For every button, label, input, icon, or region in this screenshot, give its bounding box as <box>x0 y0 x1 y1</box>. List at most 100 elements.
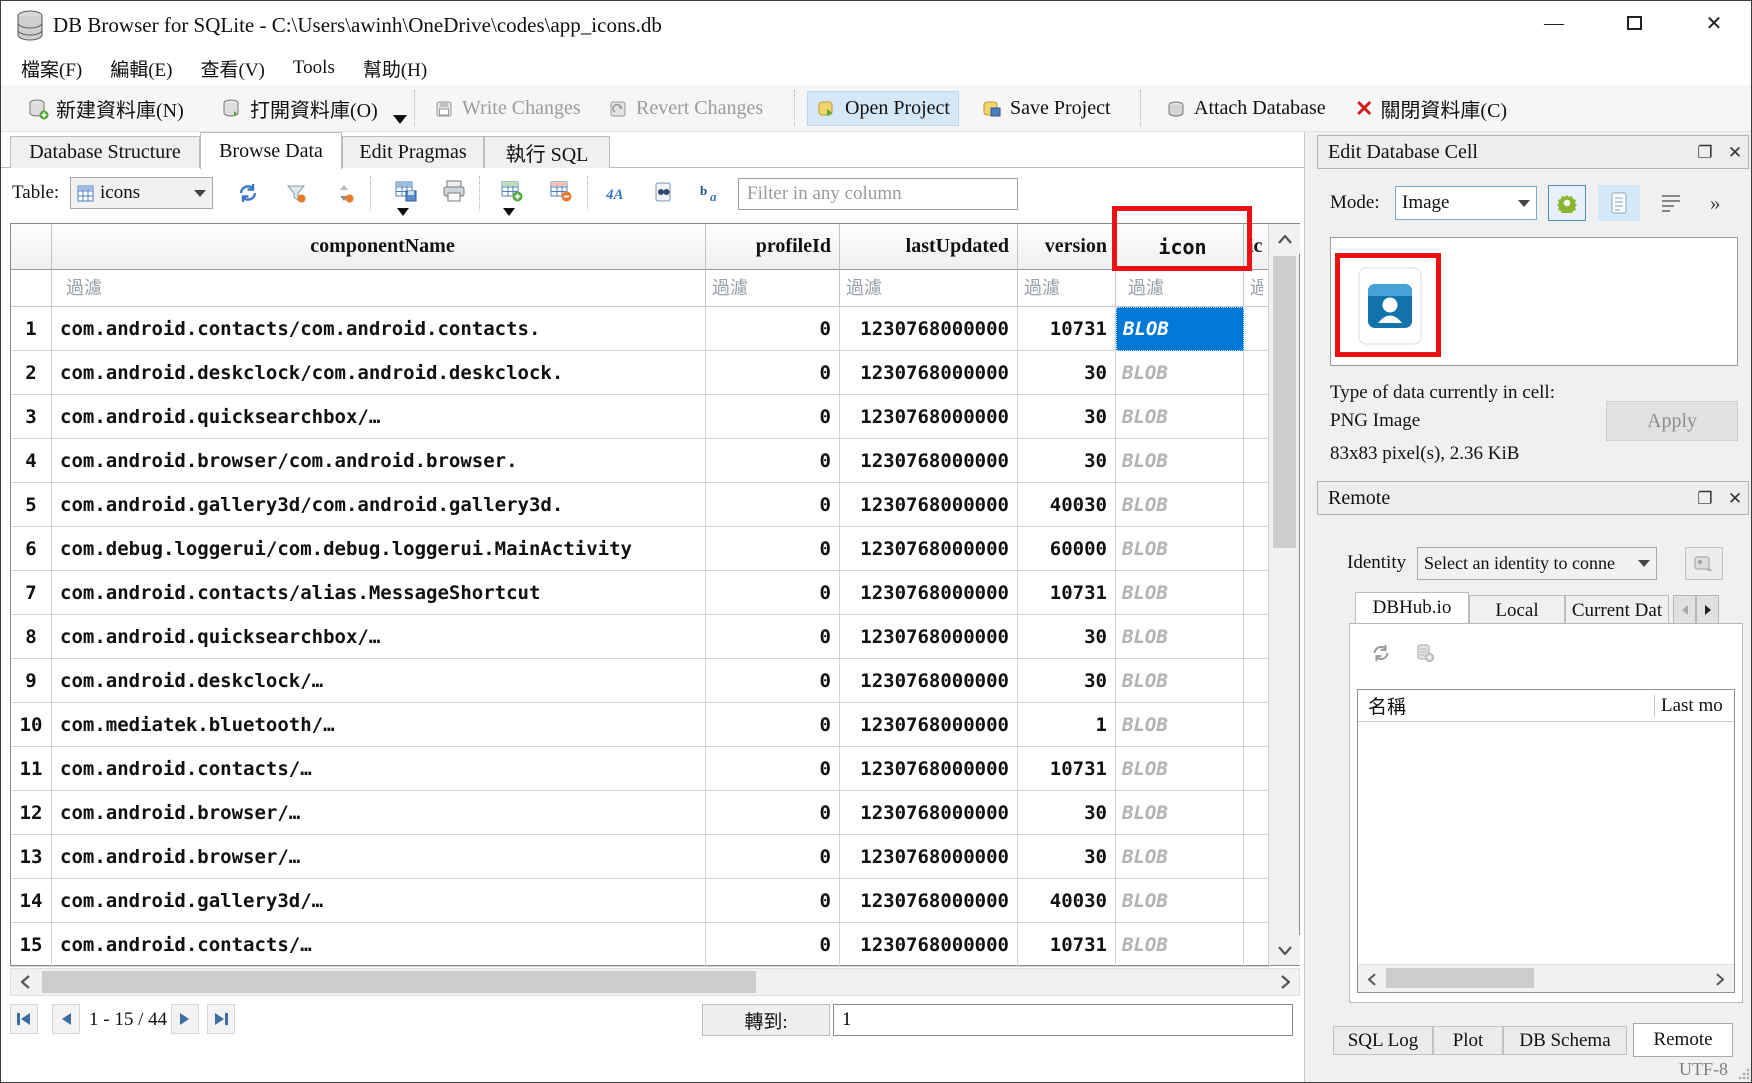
row-number-cell[interactable]: 8 <box>11 615 52 659</box>
version-cell[interactable]: 10731 <box>1018 747 1116 791</box>
remote-refresh-button[interactable] <box>1368 640 1394 666</box>
row-number-cell[interactable]: 10 <box>11 703 52 747</box>
icon-blob-cell[interactable]: BLOB <box>1116 439 1244 483</box>
edit-cell-close-button[interactable]: ✕ <box>1720 136 1750 170</box>
vertical-scroll-thumb[interactable] <box>1273 256 1296 548</box>
partial-cell[interactable] <box>1244 395 1270 439</box>
toolbar-overflow-button[interactable]: » <box>1710 191 1721 216</box>
icon-blob-cell[interactable]: BLOB <box>1116 923 1244 967</box>
remote-close-button[interactable]: ✕ <box>1720 482 1750 516</box>
version-cell[interactable]: 30 <box>1018 615 1116 659</box>
print-button[interactable] <box>439 176 469 206</box>
scroll-left-button[interactable] <box>1360 967 1384 991</box>
remote-tab-current-database[interactable]: Current Dat <box>1565 595 1669 626</box>
global-filter-input[interactable] <box>738 178 1018 210</box>
identity-selector[interactable]: Select an identity to conne <box>1417 547 1657 580</box>
delete-record-button[interactable] <box>546 176 576 206</box>
componentName-cell[interactable]: com.android.deskclock/… <box>52 659 706 703</box>
componentName-cell[interactable]: com.android.gallery3d/com.android.galler… <box>52 483 706 527</box>
lastUpdated-cell[interactable]: 1230768000000 <box>840 395 1018 439</box>
menu-tools[interactable]: Tools <box>279 55 349 81</box>
filter-partial-input[interactable] <box>1244 270 1269 306</box>
close-button[interactable]: ✕ <box>1681 1 1747 45</box>
open-database-dropdown-caret[interactable] <box>393 115 407 124</box>
icon-blob-cell[interactable]: BLOB <box>1116 395 1244 439</box>
partial-cell[interactable] <box>1244 307 1270 351</box>
componentName-cell[interactable]: com.android.browser/… <box>52 835 706 879</box>
filter-profileId-input[interactable] <box>706 270 831 306</box>
maximize-button[interactable] <box>1601 1 1667 45</box>
clear-filters-button[interactable] <box>281 178 311 208</box>
row-number-cell[interactable]: 6 <box>11 527 52 571</box>
scroll-right-button[interactable] <box>1708 967 1732 991</box>
tab-database-structure[interactable]: Database Structure <box>10 136 200 168</box>
tab-edit-pragmas[interactable]: Edit Pragmas <box>342 136 484 168</box>
version-cell[interactable]: 30 <box>1018 659 1116 703</box>
edit-cell-float-button[interactable]: ❐ <box>1690 136 1720 170</box>
insert-record-dropdown-caret[interactable] <box>503 208 515 216</box>
sort-button[interactable] <box>329 178 359 208</box>
partial-cell[interactable] <box>1244 703 1270 747</box>
close-database-button[interactable]: ✕ 關閉資料庫(C) <box>1347 91 1515 126</box>
list-header-name[interactable]: 名稱 <box>1358 692 1654 719</box>
icon-blob-cell[interactable]: BLOB <box>1116 747 1244 791</box>
goto-record-input[interactable] <box>833 1004 1293 1036</box>
tab-browse-data[interactable]: Browse Data <box>200 132 342 169</box>
apply-button[interactable]: Apply <box>1606 401 1738 441</box>
lastUpdated-cell[interactable]: 1230768000000 <box>840 791 1018 835</box>
row-number-cell[interactable]: 14 <box>11 879 52 923</box>
version-cell[interactable]: 30 <box>1018 791 1116 835</box>
scroll-right-button[interactable] <box>1271 969 1299 995</box>
save-project-button[interactable]: Save Project <box>973 91 1119 126</box>
componentName-cell[interactable]: com.android.quicksearchbox/… <box>52 615 706 659</box>
write-changes-button[interactable]: Write Changes <box>425 91 589 126</box>
open-database-button[interactable]: 打開資料庫(O) <box>213 91 386 126</box>
list-header-last-modified[interactable]: Last mo <box>1654 695 1734 717</box>
filter-version-input[interactable] <box>1018 270 1107 306</box>
filter-icon-input[interactable] <box>1122 270 1243 306</box>
table-vertical-scrollbar[interactable] <box>1268 224 1299 965</box>
partial-cell[interactable] <box>1244 923 1270 967</box>
table-horizontal-scrollbar[interactable] <box>10 968 1300 996</box>
icon-blob-cell[interactable]: BLOB <box>1116 615 1244 659</box>
lastUpdated-cell[interactable]: 1230768000000 <box>840 879 1018 923</box>
identity-settings-button[interactable] <box>1685 547 1723 580</box>
partial-cell[interactable] <box>1244 791 1270 835</box>
first-page-button[interactable] <box>10 1004 38 1034</box>
profileId-cell[interactable]: 0 <box>706 659 840 703</box>
version-cell[interactable]: 30 <box>1018 835 1116 879</box>
componentName-cell[interactable]: com.android.contacts/com.android.contact… <box>52 307 706 351</box>
profileId-cell[interactable]: 0 <box>706 835 840 879</box>
componentName-cell[interactable]: com.android.quicksearchbox/… <box>52 395 706 439</box>
filter-componentName-input[interactable] <box>60 270 705 306</box>
icon-blob-cell[interactable]: BLOB <box>1116 307 1244 351</box>
version-cell[interactable]: 30 <box>1018 439 1116 483</box>
row-number-cell[interactable]: 13 <box>11 835 52 879</box>
partial-cell[interactable] <box>1244 527 1270 571</box>
menu-edit[interactable]: 編輯(E) <box>96 53 186 84</box>
dock-tab-sql-log[interactable]: SQL Log <box>1333 1026 1433 1055</box>
version-cell[interactable]: 30 <box>1018 351 1116 395</box>
partial-cell[interactable] <box>1244 351 1270 395</box>
row-number-cell[interactable]: 9 <box>11 659 52 703</box>
lastUpdated-cell[interactable]: 1230768000000 <box>840 571 1018 615</box>
mode-selector[interactable]: Image <box>1395 186 1537 220</box>
word-wrap-button[interactable] <box>1654 187 1688 219</box>
profileId-cell[interactable]: 0 <box>706 747 840 791</box>
save-results-dropdown-caret[interactable] <box>397 208 409 216</box>
resize-grip-icon[interactable] <box>1737 1067 1751 1081</box>
find-in-cells-button[interactable] <box>649 178 679 208</box>
lastUpdated-cell[interactable]: 1230768000000 <box>840 923 1018 967</box>
profileId-cell[interactable]: 0 <box>706 483 840 527</box>
version-cell[interactable]: 1 <box>1018 703 1116 747</box>
lastUpdated-cell[interactable]: 1230768000000 <box>840 439 1018 483</box>
version-cell[interactable]: 10731 <box>1018 923 1116 967</box>
dock-tab-remote[interactable]: Remote <box>1633 1023 1733 1057</box>
scroll-left-button[interactable] <box>11 969 39 995</box>
componentName-cell[interactable]: com.android.browser/com.android.browser. <box>52 439 706 483</box>
profileId-cell[interactable]: 0 <box>706 439 840 483</box>
profileId-cell[interactable]: 0 <box>706 307 840 351</box>
attach-database-button[interactable]: Attach Database <box>1157 91 1334 126</box>
componentName-cell[interactable]: com.debug.loggerui/com.debug.loggerui.Ma… <box>52 527 706 571</box>
horizontal-scroll-thumb[interactable] <box>1386 968 1534 988</box>
